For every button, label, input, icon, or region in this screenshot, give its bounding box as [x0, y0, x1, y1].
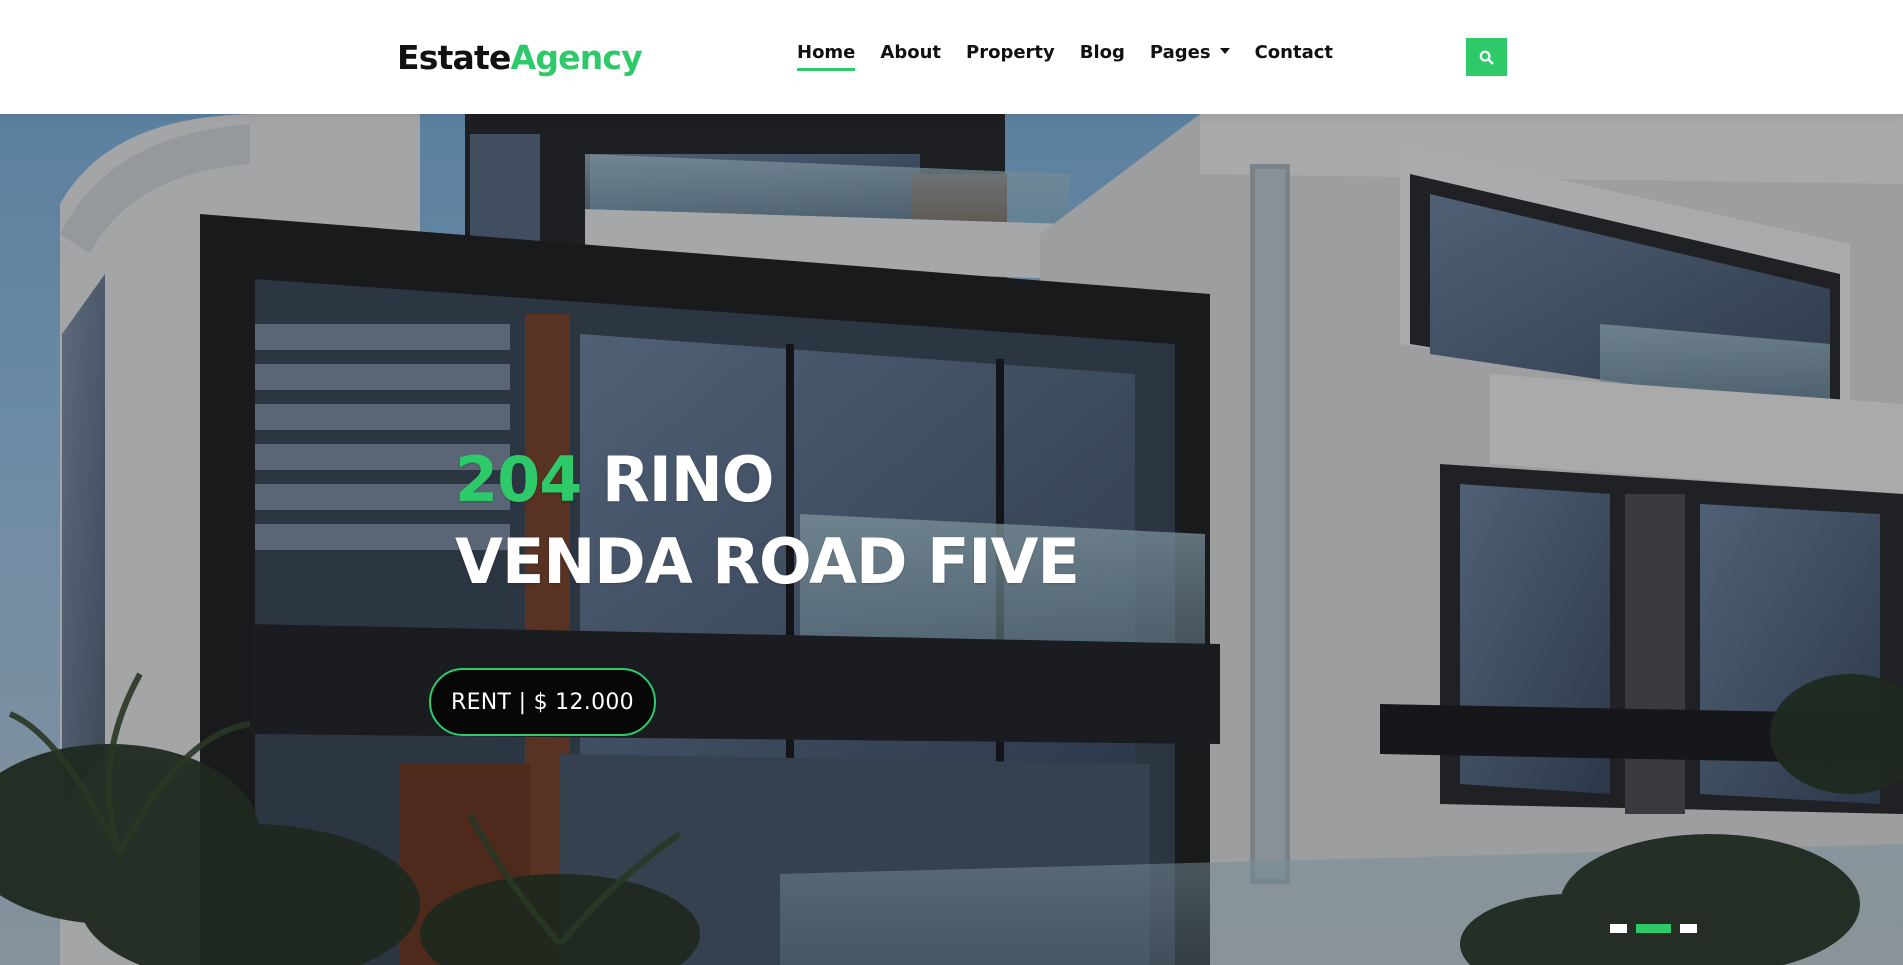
navbar: EstateAgency Home About Property Blog Pa…	[0, 0, 1903, 114]
nav-link-about[interactable]: About	[880, 40, 941, 66]
brand-name-part1: Estate	[397, 38, 511, 77]
nav-link-home[interactable]: Home	[797, 40, 856, 71]
brand-name-part2: Agency	[510, 38, 643, 77]
nav-link-property[interactable]: Property	[966, 40, 1055, 66]
main-nav: Home About Property Blog Pages Contact	[797, 40, 1358, 71]
search-button[interactable]	[1466, 38, 1507, 76]
nav-link-blog[interactable]: Blog	[1080, 40, 1125, 66]
hero-title-number: 204	[455, 443, 582, 516]
price-badge-button[interactable]: RENT | $ 12.000	[429, 668, 656, 736]
nav-dropdown-pages-label: Pages	[1149, 42, 1211, 63]
hero-carousel: 204 RINO VENDA ROAD FIVE RENT | $ 12.000	[0, 114, 1903, 965]
carousel-dot-2[interactable]	[1636, 924, 1671, 933]
carousel-dot-3[interactable]	[1680, 924, 1697, 933]
nav-dropdown-pages[interactable]: Pages	[1150, 40, 1230, 66]
hero-title-line1: RINO	[602, 443, 774, 516]
hero-title: 204 RINO VENDA ROAD FIVE	[455, 439, 1080, 603]
carousel-indicators	[1610, 924, 1706, 933]
carousel-dot-1[interactable]	[1610, 924, 1627, 933]
nav-link-contact[interactable]: Contact	[1255, 40, 1333, 66]
brand-logo[interactable]: EstateAgency	[397, 36, 643, 80]
search-icon	[1479, 50, 1494, 65]
chevron-down-icon	[1219, 48, 1230, 54]
hero-title-line2: VENDA ROAD FIVE	[455, 525, 1080, 598]
